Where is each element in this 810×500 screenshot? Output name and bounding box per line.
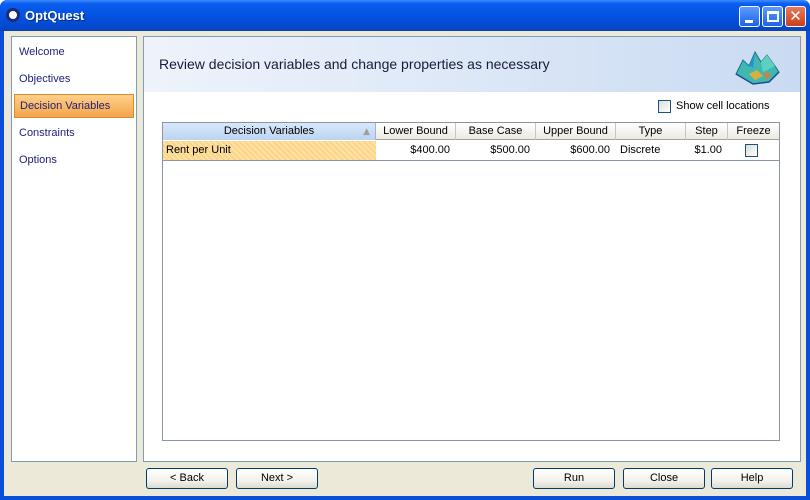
cell-type[interactable]: Discrete bbox=[616, 141, 686, 160]
column-header-label: Decision Variables bbox=[223, 125, 315, 137]
table-row[interactable]: Rent per Unit $400.00 $500.00 $600.00 Di… bbox=[163, 141, 779, 161]
panel-header: Review decision variables and change pro… bbox=[144, 37, 800, 92]
column-header-step[interactable]: Step bbox=[686, 123, 728, 140]
column-header-type[interactable]: Type bbox=[616, 123, 686, 140]
optquest-app-icon[interactable] bbox=[6, 8, 20, 22]
wizard-nav-panel: Welcome Objectives Decision Variables Co… bbox=[11, 36, 137, 462]
close-icon: ✕ bbox=[789, 7, 802, 25]
column-header-freeze[interactable]: Freeze bbox=[728, 123, 779, 140]
show-cell-locations-label: Show cell locations bbox=[676, 100, 770, 112]
maximize-icon bbox=[767, 11, 779, 22]
column-header-lower-bound[interactable]: Lower Bound bbox=[376, 123, 456, 140]
run-button[interactable]: Run bbox=[533, 468, 615, 489]
sort-ascending-icon: ▲ bbox=[363, 127, 370, 137]
title-bar[interactable]: OptQuest ✕ bbox=[0, 0, 810, 31]
show-cell-locations-checkbox[interactable] bbox=[658, 100, 671, 113]
decision-variables-panel: Review decision variables and change pro… bbox=[143, 36, 801, 462]
cell-upper-bound[interactable]: $600.00 bbox=[536, 141, 616, 160]
column-header-base-case[interactable]: Base Case bbox=[456, 123, 536, 140]
cell-base-case[interactable]: $500.00 bbox=[456, 141, 536, 160]
column-header-decision-variables[interactable]: Decision Variables ▲ bbox=[163, 123, 376, 140]
column-header-upper-bound[interactable]: Upper Bound bbox=[536, 123, 616, 140]
nav-item-welcome[interactable]: Welcome bbox=[14, 41, 134, 65]
nav-item-constraints[interactable]: Constraints bbox=[14, 122, 134, 146]
show-cell-locations-option: Show cell locations bbox=[658, 100, 770, 114]
grid-header: Decision Variables ▲ Lower Bound Base Ca… bbox=[163, 123, 779, 140]
window-client-area: Welcome Objectives Decision Variables Co… bbox=[4, 31, 806, 496]
nav-item-options[interactable]: Options bbox=[14, 149, 134, 173]
cell-lower-bound[interactable]: $400.00 bbox=[376, 141, 456, 160]
help-button[interactable]: Help bbox=[711, 468, 793, 489]
nav-item-objectives[interactable]: Objectives bbox=[14, 68, 134, 92]
cell-step[interactable]: $1.00 bbox=[686, 141, 728, 160]
minimize-icon bbox=[745, 20, 753, 23]
decision-variables-grid[interactable]: Decision Variables ▲ Lower Bound Base Ca… bbox=[162, 122, 780, 441]
cell-variable-name[interactable]: Rent per Unit bbox=[163, 141, 376, 160]
close-button[interactable]: Close bbox=[623, 468, 705, 489]
freeze-checkbox[interactable] bbox=[745, 144, 758, 157]
panel-heading: Review decision variables and change pro… bbox=[159, 56, 550, 72]
optquest-window: OptQuest ✕ Welcome Objectives Decision V… bbox=[0, 0, 810, 500]
nav-item-decision-variables[interactable]: Decision Variables bbox=[14, 94, 134, 118]
close-window-button[interactable]: ✕ bbox=[785, 6, 806, 27]
maximize-button[interactable] bbox=[762, 6, 783, 27]
window-title: OptQuest bbox=[25, 8, 85, 23]
back-button[interactable]: < Back bbox=[146, 468, 228, 489]
next-button[interactable]: Next > bbox=[236, 468, 318, 489]
optquest-surface-logo-icon bbox=[735, 50, 780, 85]
minimize-button[interactable] bbox=[739, 6, 760, 27]
